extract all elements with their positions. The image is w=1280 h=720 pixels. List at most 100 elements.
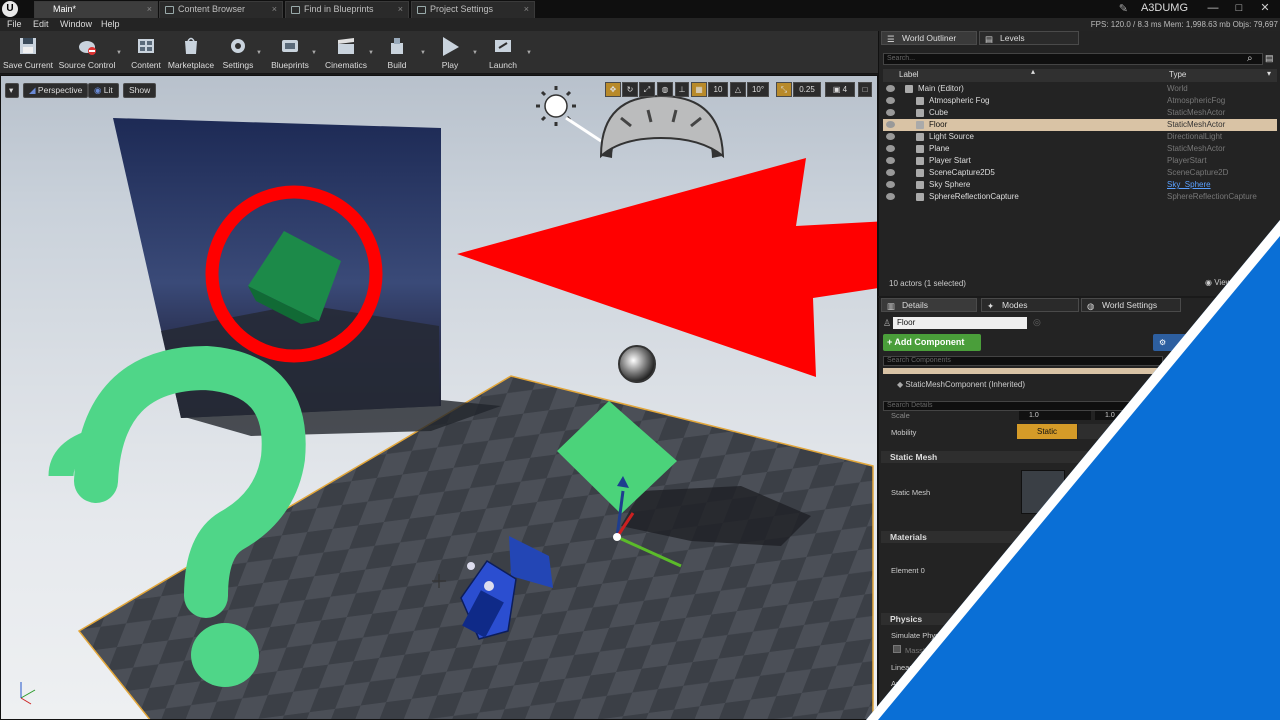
outliner-row[interactable]: SceneCapture2D5 SceneCapture2D	[883, 167, 1277, 179]
eye-icon[interactable]	[886, 121, 895, 128]
rotation-snap-value[interactable]: 10°	[747, 82, 769, 97]
close-icon[interactable]: ×	[147, 2, 152, 17]
build-button[interactable]: Build	[376, 32, 418, 72]
mobility-stationary-button[interactable]	[1078, 424, 1118, 439]
viewport-options-button[interactable]: ▾	[5, 83, 19, 98]
type-column-header[interactable]: Type	[1169, 70, 1186, 79]
eye-icon[interactable]	[886, 109, 895, 116]
view-options-button[interactable]: ◉ View Options	[1205, 278, 1261, 287]
close-icon[interactable]: ×	[398, 2, 403, 17]
outliner-row[interactable]: Main (Editor) World	[883, 83, 1277, 95]
cinematics-button[interactable]: Cinematics	[320, 32, 372, 72]
menu-edit[interactable]: Edit	[33, 18, 49, 31]
content-button[interactable]: Content	[126, 32, 166, 72]
unreal-logo-icon[interactable]: U	[2, 1, 18, 17]
tab-world-settings[interactable]: ◍ World Settings	[1081, 298, 1181, 312]
scale-x-field[interactable]: 1.0	[1019, 411, 1091, 420]
tab-content-browser[interactable]: Content Browser ×	[159, 1, 283, 18]
eye-icon[interactable]	[886, 181, 895, 188]
search-components-input[interactable]: Search Components	[883, 356, 1163, 366]
source-control-button[interactable]: Source Control	[56, 32, 118, 72]
tab-main[interactable]: Main* ×	[34, 1, 158, 18]
outliner-row[interactable]: Sky Sphere Sky_Sphere	[883, 179, 1277, 191]
rotate-tool-icon[interactable]: ↻	[622, 82, 638, 97]
tab-modes[interactable]: ✦ Modes	[981, 298, 1079, 312]
tab-project-settings[interactable]: Project Settings ×	[411, 1, 535, 18]
chevron-down-icon[interactable]: ▾	[1267, 69, 1271, 78]
world-space-icon[interactable]: ◍	[657, 82, 673, 97]
chevron-down-icon[interactable]: ▼	[256, 50, 262, 56]
outliner-row[interactable]: Cube StaticMeshActor	[883, 107, 1277, 119]
menu-help[interactable]: Help	[101, 18, 120, 31]
eye-icon[interactable]	[886, 145, 895, 152]
lock-icon[interactable]: ◎	[1033, 317, 1041, 328]
outliner-row[interactable]: Light Source DirectionalLight	[883, 131, 1277, 143]
search-details-input[interactable]: Search Details	[883, 401, 1163, 411]
chevron-down-icon[interactable]: ▼	[311, 50, 317, 56]
component-row[interactable]: ◆ StaticMeshComponent (Inherited)	[897, 380, 1025, 389]
blueprint-script-button[interactable]: ⚙	[1153, 334, 1193, 351]
directional-light-icon[interactable]	[536, 86, 602, 143]
outliner-search-input[interactable]: Search...	[883, 53, 1263, 65]
outliner-row[interactable]: SphereReflectionCapture SphereReflectionC…	[883, 191, 1277, 203]
outliner-row[interactable]: Floor StaticMeshActor	[883, 119, 1277, 131]
grid-snap-icon[interactable]: ▦	[691, 82, 707, 97]
reflection-capture-icon[interactable]	[618, 345, 656, 383]
save-current-button[interactable]: Save Current	[2, 32, 54, 72]
static-mesh-section[interactable]: Static Mesh	[881, 451, 1279, 463]
play-button[interactable]: Play	[430, 32, 470, 72]
eye-icon[interactable]	[886, 97, 895, 104]
tab-world-outliner[interactable]: ☰ World Outliner	[881, 31, 977, 45]
eye-icon[interactable]	[886, 133, 895, 140]
chevron-down-icon[interactable]: ▼	[368, 50, 374, 56]
actor-name-input[interactable]: Floor	[893, 317, 1027, 329]
tab-details[interactable]: ▥ Details	[881, 298, 977, 312]
static-mesh-thumbnail[interactable]	[1021, 470, 1065, 514]
outliner-row[interactable]: Atmospheric Fog AtmosphericFog	[883, 95, 1277, 107]
surface-snap-icon[interactable]: ⊥	[675, 82, 689, 97]
level-viewport[interactable]: ▾ ◢ Perspective ◉ Lit Show ✥ ↻ ⤢ ◍ ⊥ ▦ 1…	[0, 75, 878, 720]
mass-checkbox[interactable]	[893, 645, 901, 653]
close-window-icon[interactable]: ✕	[1252, 0, 1278, 17]
add-component-button[interactable]: + Add Component	[883, 334, 981, 351]
marketplace-button[interactable]: Marketplace	[166, 32, 216, 72]
materials-section[interactable]: Materials	[881, 531, 1279, 543]
menu-file[interactable]: File	[7, 18, 22, 31]
chevron-down-icon[interactable]: ▼	[526, 50, 532, 56]
scale-y-field[interactable]: 1.0	[1095, 411, 1135, 420]
rotation-snap-icon[interactable]: △	[730, 82, 746, 97]
grid-snap-value[interactable]: 10	[708, 82, 728, 97]
tab-levels[interactable]: ▤ Levels	[979, 31, 1079, 45]
translate-tool-icon[interactable]: ✥	[605, 82, 621, 97]
tab-find-in-blueprints[interactable]: Find in Blueprints ×	[285, 1, 409, 18]
close-icon[interactable]: ×	[272, 2, 277, 17]
atmospheric-fog-icon[interactable]	[599, 94, 725, 159]
launch-button[interactable]: Launch	[482, 32, 524, 72]
chevron-down-icon[interactable]: ▼	[420, 50, 426, 56]
eye-icon[interactable]	[886, 157, 895, 164]
settings-button[interactable]: Settings	[218, 32, 258, 72]
blueprints-button[interactable]: Blueprints	[266, 32, 314, 72]
label-column-header[interactable]: Label	[899, 70, 919, 79]
scale-snap-value[interactable]: 0.25	[793, 82, 821, 97]
chevron-down-icon[interactable]: ▼	[116, 50, 122, 56]
physics-section[interactable]: Physics	[881, 613, 1279, 625]
minimize-icon[interactable]: —	[1200, 0, 1226, 17]
maximize-viewport-icon[interactable]: □	[858, 82, 872, 97]
show-button[interactable]: Show	[123, 83, 157, 98]
eye-icon[interactable]	[886, 169, 895, 176]
maximize-icon[interactable]: □	[1226, 0, 1252, 17]
eye-icon[interactable]	[886, 85, 895, 92]
outliner-row[interactable]: Player Start PlayerStart	[883, 155, 1277, 167]
close-icon[interactable]: ×	[524, 2, 529, 17]
menu-window[interactable]: Window	[60, 18, 92, 31]
root-component-row[interactable]	[883, 368, 1163, 374]
outliner-row[interactable]: Plane StaticMeshActor	[883, 143, 1277, 155]
eye-icon[interactable]	[886, 193, 895, 200]
camera-speed-button[interactable]: ▣ 4	[825, 82, 855, 97]
feedback-icon[interactable]: ✎	[1119, 2, 1128, 15]
perspective-button[interactable]: ◢ Perspective	[23, 83, 89, 98]
scale-tool-icon[interactable]: ⤢	[639, 82, 655, 97]
chevron-down-icon[interactable]: ▼	[472, 50, 478, 56]
lit-button[interactable]: ◉ Lit	[88, 83, 119, 98]
